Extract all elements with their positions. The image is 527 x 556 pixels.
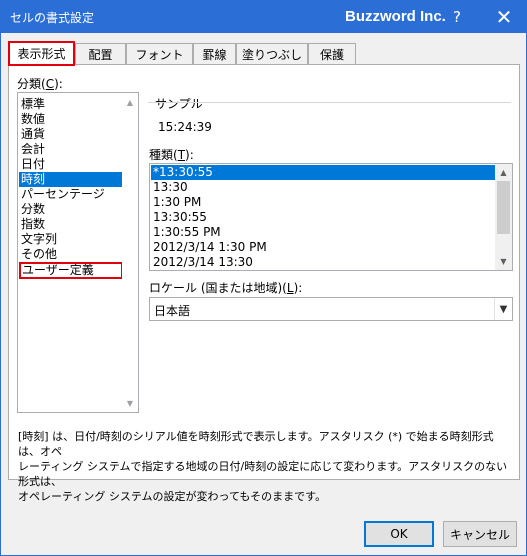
locale-label: ロケール (国または地域)(L):: [149, 281, 303, 295]
scroll-down-icon[interactable]: ▼: [495, 253, 512, 270]
category-item-custom[interactable]: ユーザー定義: [19, 262, 123, 279]
type-item[interactable]: 2012/3/14 1:30 PM: [151, 240, 496, 255]
tab-alignment[interactable]: 配置: [75, 43, 126, 65]
locale-dropdown[interactable]: 日本語 ▼: [149, 297, 513, 321]
type-item[interactable]: 2012/3/14 13:30: [151, 255, 496, 270]
category-scrollbar[interactable]: ▲ ▼: [122, 93, 138, 412]
ok-button[interactable]: OK: [364, 521, 434, 547]
type-list[interactable]: *13:30:55 13:30 1:30 PM 13:30:55 1:30:55…: [149, 163, 513, 271]
type-item[interactable]: 1:30 PM: [151, 195, 496, 210]
company-name: Buzzword Inc.: [345, 8, 446, 25]
type-item[interactable]: 13:30: [151, 180, 496, 195]
category-item-time[interactable]: 時刻: [19, 172, 123, 187]
scroll-thumb[interactable]: [497, 181, 510, 234]
scroll-up-icon[interactable]: ▲: [495, 164, 512, 181]
chevron-down-icon[interactable]: ▼: [494, 298, 512, 320]
type-item[interactable]: 13:30:55: [151, 210, 496, 225]
tab-border[interactable]: 罫線: [193, 43, 236, 65]
help-button[interactable]: ?: [437, 1, 477, 33]
category-item-number[interactable]: 数値: [19, 112, 123, 127]
category-item-percentage[interactable]: パーセンテージ: [19, 187, 123, 202]
category-item-scientific[interactable]: 指数: [19, 217, 123, 232]
close-button[interactable]: ✕: [484, 1, 524, 33]
type-scrollbar[interactable]: ▲ ▼: [495, 164, 512, 270]
tab-fill[interactable]: 塗りつぶし: [236, 43, 308, 65]
category-item-accounting[interactable]: 会計: [19, 142, 123, 157]
category-item-date[interactable]: 日付: [19, 157, 123, 172]
description-line: レーティング システムで指定する地域の日付/時刻の設定に応じて変わります。アスタ…: [18, 460, 508, 488]
category-list[interactable]: 標準 数値 通貨 会計 日付 時刻 パーセンテージ 分数 指数 文字列 その他 …: [17, 92, 139, 413]
category-item-currency[interactable]: 通貨: [19, 127, 123, 142]
number-format-panel: 分類(C): 標準 数値 通貨 会計 日付 時刻 パーセンテージ 分数 指数 文…: [8, 64, 520, 503]
sample-value: 15:24:39: [158, 120, 212, 134]
tab-protection[interactable]: 保護: [308, 43, 356, 65]
format-cells-dialog: セルの書式設定 Buzzword Inc. ? ✕ 表示形式 配置 フォント 罫…: [0, 0, 527, 556]
format-description: [時刻] は、日付/時刻のシリアル値を時刻形式で表示します。アスタリスク (*)…: [18, 429, 514, 504]
category-label: 分類(C):: [17, 77, 63, 91]
dialog-title: セルの書式設定: [10, 11, 95, 25]
description-line: [時刻] は、日付/時刻のシリアル値を時刻形式で表示します。アスタリスク (*)…: [18, 430, 494, 458]
title-bar[interactable]: セルの書式設定 Buzzword Inc. ? ✕: [1, 1, 526, 33]
category-item-special[interactable]: その他: [19, 247, 123, 262]
scroll-up-icon[interactable]: ▲: [122, 94, 138, 110]
category-item-fraction[interactable]: 分数: [19, 202, 123, 217]
tab-font[interactable]: フォント: [126, 43, 193, 65]
category-item-general[interactable]: 標準: [19, 97, 123, 112]
locale-value: 日本語: [154, 304, 191, 318]
description-line: オペレーティング システムの設定が変わってもそのままです。: [18, 490, 327, 503]
type-item[interactable]: *13:30:55: [151, 165, 496, 180]
type-item[interactable]: 1:30:55 PM: [151, 225, 496, 240]
kind-label: 種類(T):: [149, 148, 194, 162]
tab-number-format[interactable]: 表示形式: [8, 41, 75, 66]
cancel-button[interactable]: キャンセル: [443, 521, 517, 547]
scroll-down-icon[interactable]: ▼: [122, 395, 138, 411]
category-item-text[interactable]: 文字列: [19, 232, 123, 247]
